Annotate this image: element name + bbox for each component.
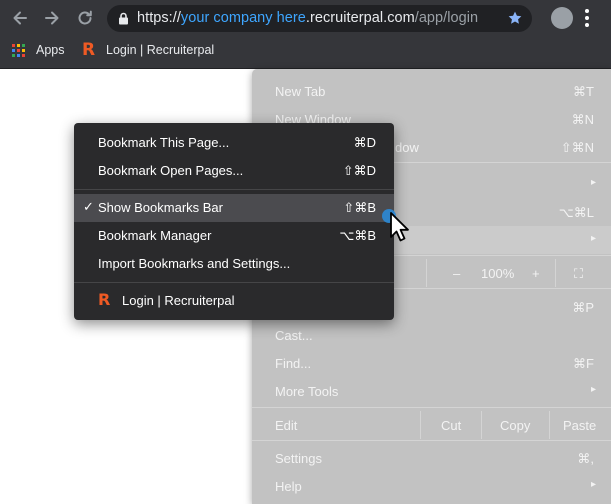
menu-divider: [74, 189, 394, 190]
chevron-right-icon: ▸: [590, 177, 596, 188]
menu-help[interactable]: Help ▸: [252, 472, 611, 500]
url-highlight: your company here: [180, 10, 306, 26]
zoom-out-button[interactable]: –: [453, 266, 460, 281]
chevron-right-icon: ▸: [590, 479, 596, 490]
zoom-level: 100%: [481, 266, 515, 281]
zoom-divider: [555, 259, 556, 287]
paste-button[interactable]: Paste: [563, 418, 596, 433]
menu-divider: [74, 282, 394, 283]
browser-toolbar: https://your company here.recruiterpal.c…: [0, 0, 611, 36]
bookmarks-bar: Apps R Login | Recruiterpal: [0, 36, 611, 69]
edit-divider: [549, 411, 550, 439]
show-bookmarks-bar-item[interactable]: ✓ Show Bookmarks Bar ⇧⌘B: [74, 194, 394, 222]
bookmark-this-page-item[interactable]: Bookmark This Page... ⌘D: [74, 129, 394, 157]
back-arrow-icon[interactable]: [8, 6, 32, 30]
fullscreen-icon[interactable]: ⛶: [574, 266, 583, 282]
zoom-in-button[interactable]: +: [532, 266, 540, 281]
bookmark-recruiterpal[interactable]: Login | Recruiterpal: [106, 36, 214, 68]
bookmarks-submenu: Bookmark This Page... ⌘D Bookmark Open Pa…: [74, 123, 394, 320]
menu-edit: Edit Cut Copy Paste: [275, 418, 597, 433]
menu-cast[interactable]: Cast...: [252, 321, 611, 349]
bookmark-recruiterpal-item[interactable]: R Login | Recruiterpal: [74, 287, 394, 315]
edit-divider: [420, 411, 421, 439]
import-bookmarks-item[interactable]: Import Bookmarks and Settings...: [74, 250, 394, 278]
zoom-divider: [426, 259, 427, 287]
menu-divider: [252, 407, 611, 408]
kebab-menu-icon[interactable]: [584, 8, 590, 33]
bookmark-manager-item[interactable]: Bookmark Manager ⌥⌘B: [74, 222, 394, 250]
forward-arrow-icon[interactable]: [40, 6, 64, 30]
address-bar[interactable]: https://your company here.recruiterpal.c…: [107, 5, 532, 32]
lock-icon[interactable]: [118, 12, 129, 30]
menu-more-tools[interactable]: More Tools ▸: [252, 377, 611, 405]
mouse-cursor-icon: [380, 205, 420, 250]
copy-button[interactable]: Copy: [500, 418, 530, 433]
chevron-right-icon: ▸: [590, 233, 596, 244]
reload-icon[interactable]: [73, 6, 97, 30]
profile-avatar[interactable]: [551, 7, 573, 29]
chevron-right-icon: ▸: [590, 384, 596, 395]
bookmark-star-icon[interactable]: [507, 10, 523, 31]
bookmark-open-pages-item[interactable]: Bookmark Open Pages... ⇧⌘D: [74, 157, 394, 185]
recruiterpal-logo-icon: R: [98, 290, 111, 309]
checkmark-icon: ✓: [83, 199, 94, 214]
cut-button[interactable]: Cut: [441, 418, 461, 433]
recruiterpal-logo-icon: R: [82, 40, 96, 60]
menu-find[interactable]: Find... ⌘F: [252, 349, 611, 377]
bookmark-apps[interactable]: Apps: [36, 36, 65, 68]
edit-divider: [481, 411, 482, 439]
menu-divider: [252, 440, 611, 441]
apps-grid-icon[interactable]: [12, 44, 26, 58]
menu-settings[interactable]: Settings ⌘,: [252, 444, 611, 472]
menu-new-tab[interactable]: New Tab ⌘T: [252, 77, 611, 105]
url-text: https://your company here.recruiterpal.c…: [137, 10, 479, 26]
